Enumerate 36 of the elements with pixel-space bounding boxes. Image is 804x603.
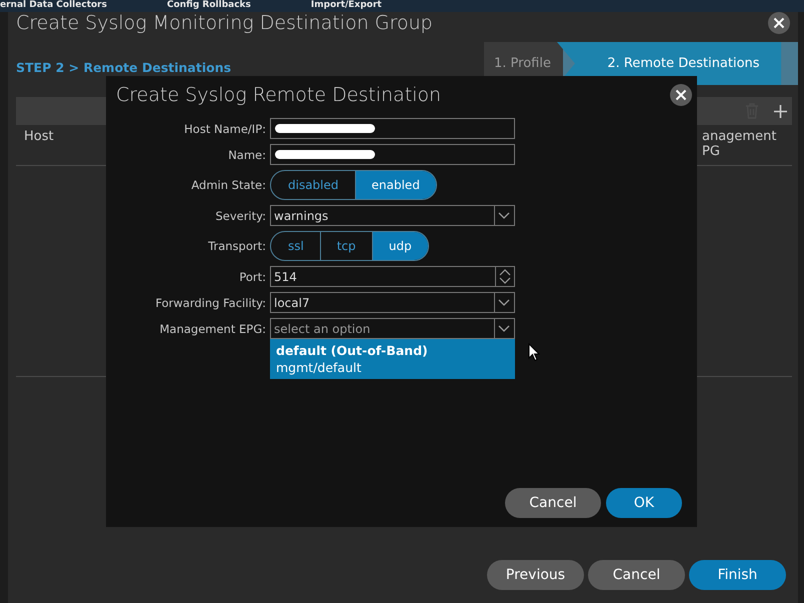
text-field[interactable]	[270, 144, 515, 165]
segment-option[interactable]: udp	[372, 232, 428, 260]
background-tab[interactable]: ernal Data Collectors	[0, 0, 107, 12]
segment-option[interactable]: ssl	[271, 232, 321, 260]
column-header: Host	[23, 128, 55, 146]
secondary-button[interactable]: Cancel	[588, 560, 685, 590]
field-label: Management EPG:	[158, 322, 266, 336]
field-label: Name:	[227, 148, 266, 162]
close-icon[interactable]	[768, 12, 790, 34]
background-tab[interactable]: Config Rollbacks	[166, 0, 251, 12]
text-field[interactable]	[270, 118, 515, 139]
step-heading: STEP 2 > Remote Destinations	[16, 60, 232, 75]
select-field[interactable]: local7	[270, 292, 515, 313]
secondary-button[interactable]: Previous	[487, 560, 584, 590]
number-field[interactable]: 514	[270, 266, 515, 287]
field-label: Admin State:	[190, 178, 266, 192]
select-field[interactable]: select an option	[270, 318, 515, 339]
dropdown-option[interactable]: default (Out-of-Band)	[276, 343, 509, 358]
plus-icon[interactable]	[773, 104, 788, 118]
field-label: Transport:	[207, 239, 266, 253]
modal-title: Create Syslog Remote Destination	[116, 84, 442, 106]
select-field[interactable]: warnings	[270, 205, 515, 226]
cancel-button[interactable]: Cancel	[505, 488, 601, 518]
mouse-cursor-icon	[528, 343, 540, 362]
segment-option[interactable]: enabled	[356, 171, 436, 199]
ok-button[interactable]: OK	[606, 488, 682, 518]
dialog-title: Create Syslog Monitoring Destination Group	[16, 12, 433, 34]
field-label: Port:	[238, 270, 266, 284]
dropdown-option[interactable]: mgmt/default	[276, 360, 509, 375]
field-label: Severity:	[214, 208, 266, 222]
column-header: anagement PG	[702, 128, 778, 161]
field-label: Forwarding Facility:	[154, 296, 266, 310]
finish-button[interactable]: Finish	[689, 560, 786, 590]
close-icon[interactable]	[670, 84, 692, 106]
field-label: Host Name/IP:	[183, 122, 266, 136]
background-tab[interactable]: Import/Export	[310, 0, 382, 12]
